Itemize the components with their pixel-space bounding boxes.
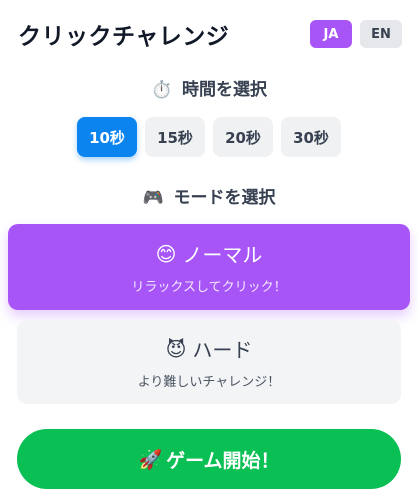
language-switcher: JA EN bbox=[310, 20, 402, 48]
mode-section-title: 🎮 モードを選択 bbox=[0, 183, 418, 208]
time-section-title: ⏱️ 時間を選択 bbox=[0, 75, 418, 100]
mode-name-row: 😈 ハード bbox=[166, 334, 253, 363]
mode-name-row: 😊 ノーマル bbox=[156, 239, 263, 268]
mode-name: ノーマル bbox=[182, 243, 263, 267]
lang-en-button[interactable]: EN bbox=[360, 20, 402, 48]
lang-ja-button[interactable]: JA bbox=[310, 20, 352, 48]
rocket-icon: 🚀 bbox=[138, 448, 163, 471]
devil-icon: 😈 bbox=[165, 336, 187, 361]
time-option-30[interactable]: 30秒 bbox=[281, 117, 341, 157]
mode-card-normal[interactable]: 😊 ノーマル リラックスしてクリック！ bbox=[8, 224, 410, 310]
header: クリックチャレンジ JA EN bbox=[18, 16, 402, 52]
smiley-icon: 😊 bbox=[155, 241, 177, 266]
time-section-label: 時間を選択 bbox=[182, 80, 268, 100]
mode-description: より難しいチャレンジ！ bbox=[137, 375, 281, 390]
time-option-20[interactable]: 20秒 bbox=[213, 117, 273, 157]
time-option-15[interactable]: 15秒 bbox=[145, 117, 205, 157]
app-title: クリックチャレンジ bbox=[18, 24, 230, 50]
start-game-label: ゲーム開始！ bbox=[166, 449, 280, 472]
time-option-10[interactable]: 10秒 bbox=[77, 117, 137, 157]
game-controller-icon: 🎮 bbox=[142, 188, 164, 208]
mode-name: ハード bbox=[192, 338, 253, 362]
mode-section-label: モードを選択 bbox=[173, 188, 276, 208]
time-options: 10秒 15秒 20秒 30秒 bbox=[0, 117, 418, 157]
start-game-button[interactable]: 🚀 ゲーム開始！ bbox=[17, 429, 401, 489]
mode-description: リラックスしてクリック！ bbox=[131, 280, 287, 295]
stopwatch-icon: ⏱️ bbox=[150, 80, 173, 100]
mode-card-hard[interactable]: 😈 ハード より難しいチャレンジ！ bbox=[17, 320, 401, 404]
